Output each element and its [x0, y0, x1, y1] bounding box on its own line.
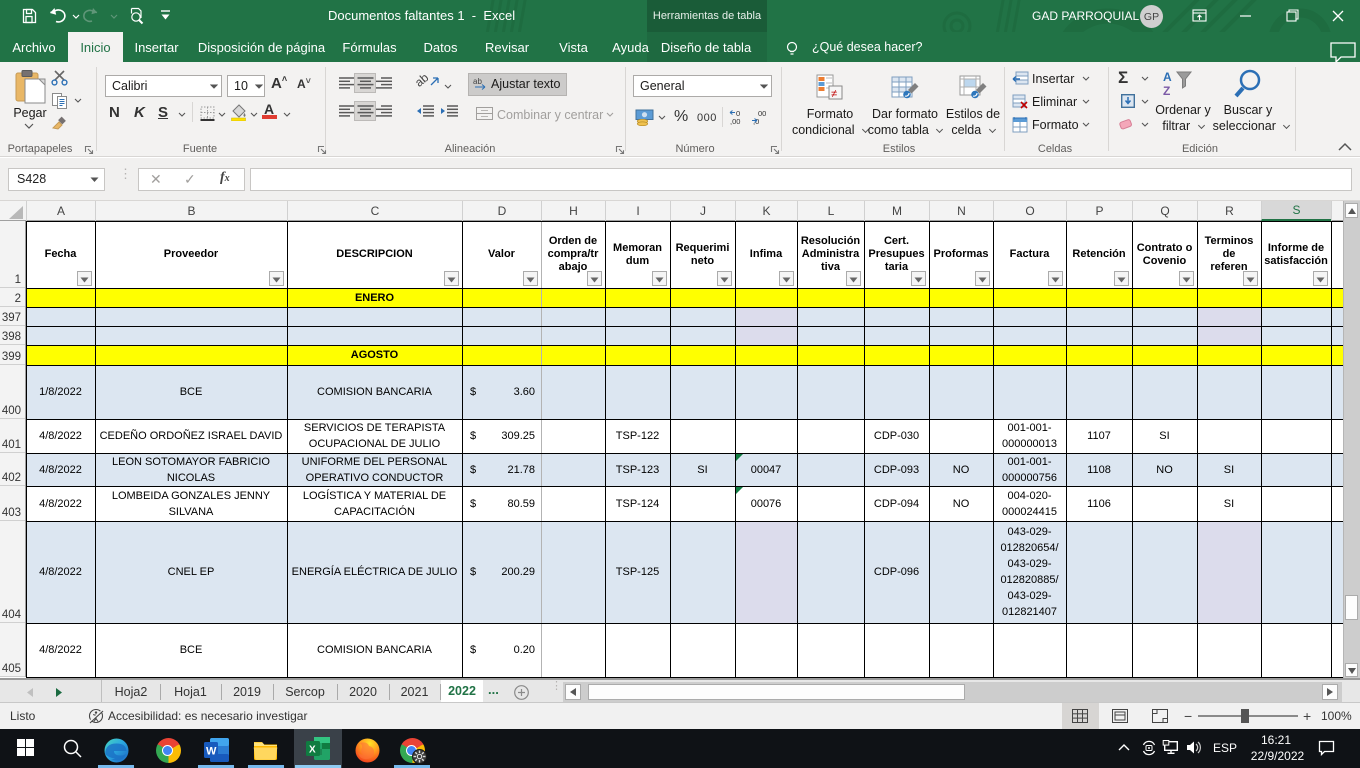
svg-text:W: W	[206, 746, 217, 758]
svg-text:X: X	[309, 745, 316, 756]
svg-text:ab: ab	[473, 77, 482, 86]
svg-text:≠: ≠	[831, 88, 837, 100]
svg-text:Z: Z	[1163, 84, 1170, 98]
svg-text:A: A	[1163, 70, 1172, 84]
svg-text:,00: ,00	[730, 117, 740, 125]
